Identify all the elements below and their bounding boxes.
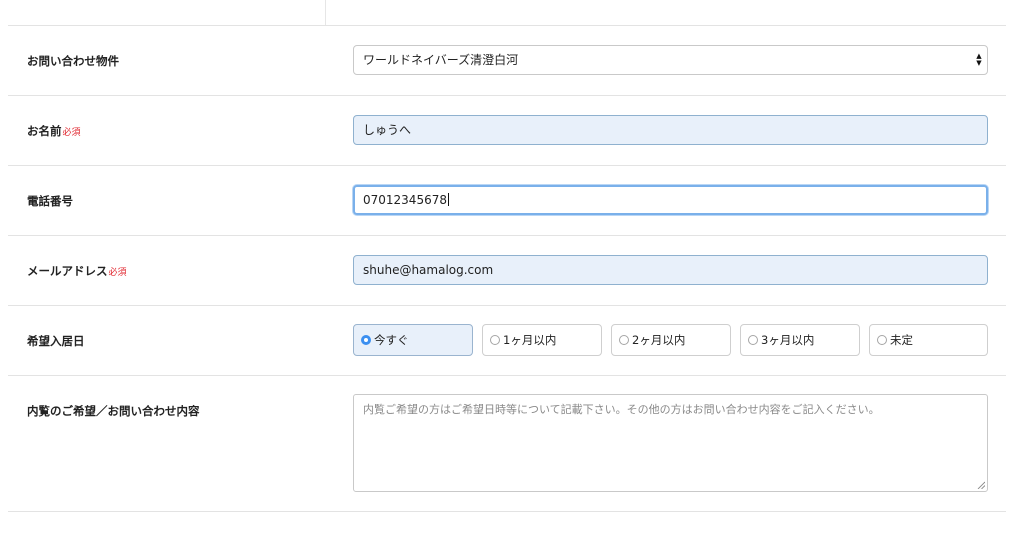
row-name: お名前必須 しゅうへ [8, 95, 1006, 166]
move-in-option-3months[interactable]: 3ヶ月以内 [740, 324, 860, 356]
email-input[interactable]: shuhe@hamalog.com [353, 255, 988, 285]
move-in-option-undecided[interactable]: 未定 [869, 324, 988, 356]
radio-icon [877, 335, 887, 345]
property-select-value: ワールドネイバーズ清澄白河 [363, 53, 519, 67]
message-textarea[interactable]: 内覧ご希望の方はご希望日時等について記載下さい。その他の方はお問い合わせ内容をご… [353, 394, 988, 492]
move-in-option-label: 2ヶ月以内 [632, 333, 686, 347]
message-placeholder: 内覧ご希望の方はご希望日時等について記載下さい。その他の方はお問い合わせ内容をご… [363, 403, 880, 416]
column-divider [325, 0, 326, 26]
inquiry-form: お問い合わせ物件 ワールドネイバーズ清澄白河 ▲ ▼ お名前必須 しゅうへ 電話番… [0, 0, 1024, 534]
phone-input[interactable]: 07012345678 [353, 185, 988, 215]
resize-grip-icon[interactable] [977, 481, 985, 489]
phone-input-value: 07012345678 [363, 193, 447, 207]
property-label: お問い合わせ物件 [27, 54, 119, 68]
phone-label: 電話番号 [27, 194, 73, 208]
row-move-in: 希望入居日 今すぐ 1ヶ月以内 2ヶ月以内 3ヶ月以内 未定 [8, 305, 1006, 376]
move-in-option-now[interactable]: 今すぐ [353, 324, 473, 356]
required-badge: 必須 [108, 268, 127, 278]
move-in-option-2months[interactable]: 2ヶ月以内 [611, 324, 731, 356]
row-property: お問い合わせ物件 ワールドネイバーズ清澄白河 ▲ ▼ [8, 25, 1006, 96]
row-phone: 電話番号 07012345678 [8, 165, 1006, 236]
property-select[interactable]: ワールドネイバーズ清澄白河 ▲ ▼ [353, 45, 988, 75]
move-in-option-1month[interactable]: 1ヶ月以内 [482, 324, 602, 356]
radio-icon [361, 335, 371, 345]
radio-icon [619, 335, 629, 345]
row-message: 内覧のご希望／お問い合わせ内容 内覧ご希望の方はご希望日時等について記載下さい。… [8, 375, 1006, 512]
name-input[interactable]: しゅうへ [353, 115, 988, 145]
name-label-text: お名前 [27, 124, 62, 138]
name-label: お名前必須 [27, 124, 81, 140]
updown-chevron-icon: ▲ ▼ [976, 52, 982, 67]
message-label: 内覧のご希望／お問い合わせ内容 [27, 404, 200, 418]
move-in-label: 希望入居日 [27, 334, 85, 348]
move-in-option-label: 今すぐ [374, 333, 409, 347]
radio-icon [490, 335, 500, 345]
email-label-text: メールアドレス [27, 264, 108, 278]
move-in-option-label: 未定 [890, 333, 913, 347]
required-badge: 必須 [62, 128, 81, 138]
move-in-option-label: 3ヶ月以内 [761, 333, 815, 347]
move-in-option-label: 1ヶ月以内 [503, 333, 557, 347]
row-email: メールアドレス必須 shuhe@hamalog.com [8, 235, 1006, 306]
email-label: メールアドレス必須 [27, 264, 127, 280]
radio-icon [748, 335, 758, 345]
text-caret [447, 193, 449, 206]
